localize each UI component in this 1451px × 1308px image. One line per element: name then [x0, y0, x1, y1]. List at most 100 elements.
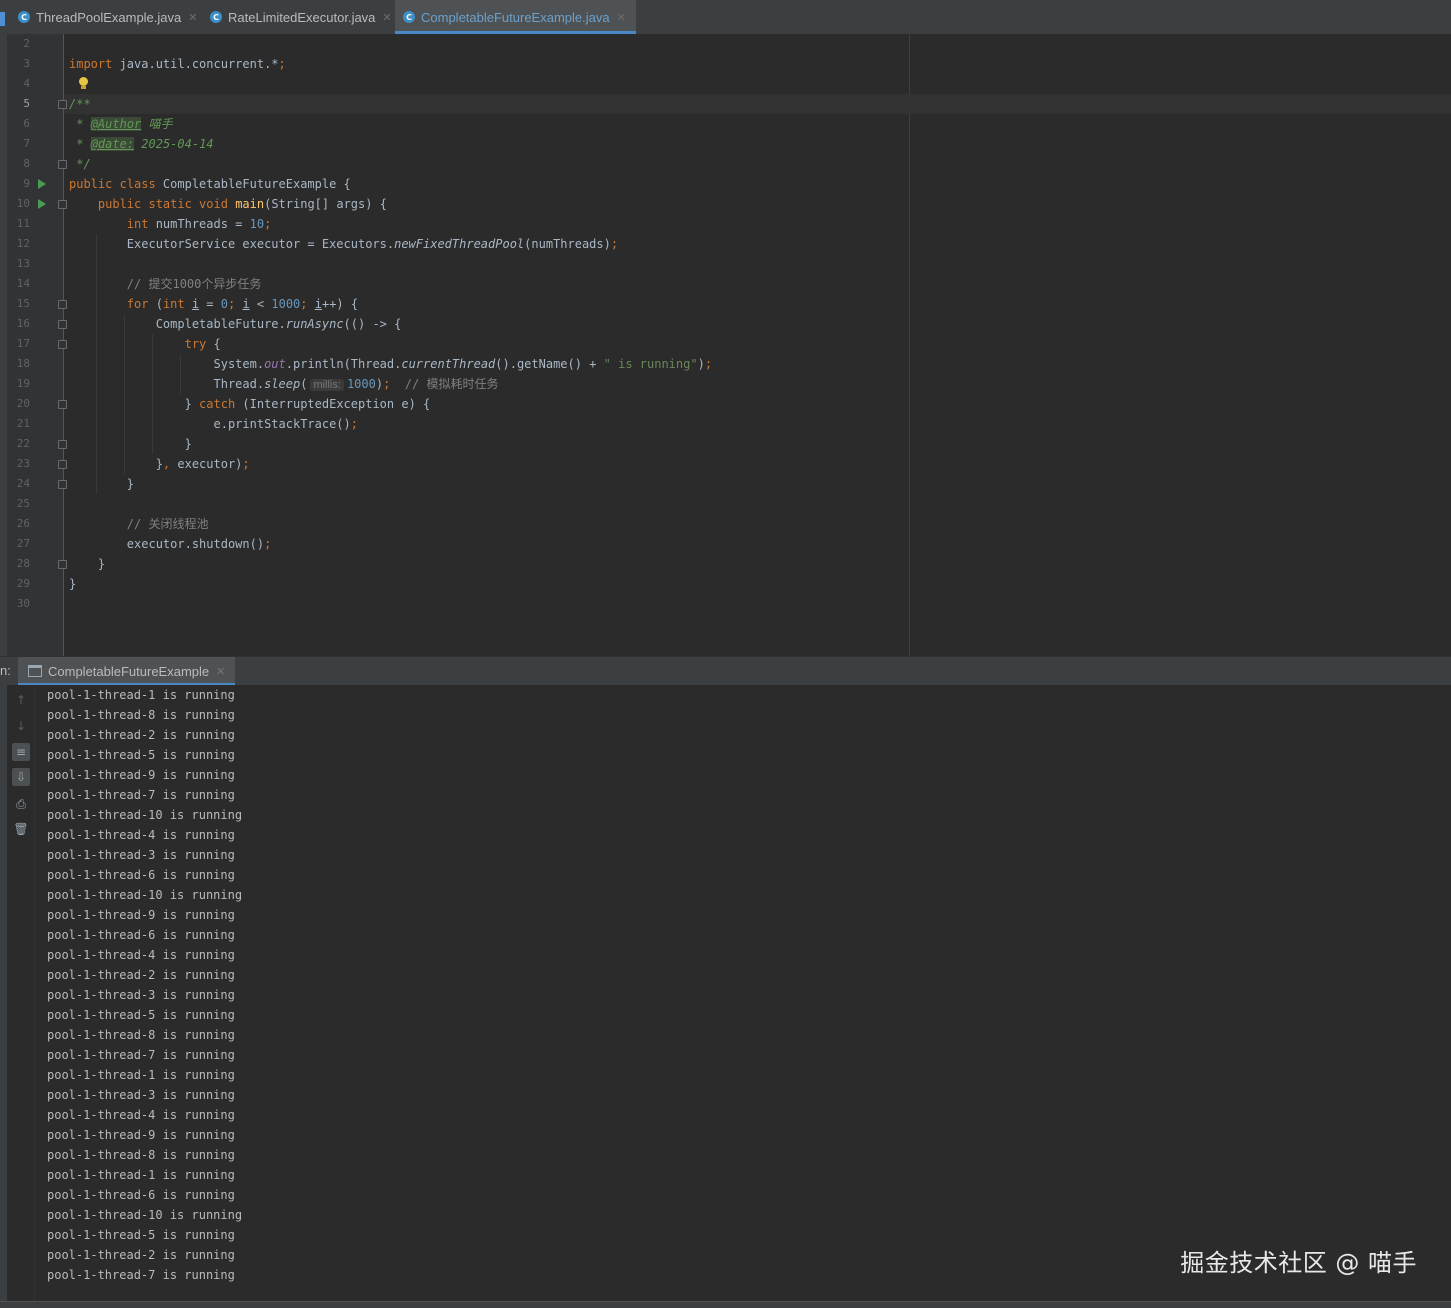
code-line[interactable]: 13: [0, 254, 1451, 274]
code-text: // 关闭线程池: [126, 517, 209, 531]
code-line[interactable]: 18 System.out.println(Thread.currentThre…: [0, 354, 1451, 374]
fold-icon[interactable]: [58, 460, 67, 469]
arrow-down-icon[interactable]: ↓: [12, 717, 30, 735]
code-text: } catch (InterruptedException e) {: [69, 397, 431, 411]
arrow-up-icon[interactable]: ↑: [12, 691, 30, 709]
code-line[interactable]: 28 }: [0, 554, 1451, 574]
code-text: }: [69, 437, 192, 451]
console-line: pool-1-thread-7 is running: [47, 1268, 235, 1282]
code-text: e.printStackTrace();: [69, 417, 358, 431]
console-line: pool-1-thread-2 is running: [47, 1248, 235, 1262]
code-line[interactable]: 4: [0, 74, 1451, 94]
close-icon[interactable]: ✕: [617, 11, 626, 24]
close-icon[interactable]: ✕: [188, 11, 197, 24]
code-line[interactable]: 8 */: [0, 154, 1451, 174]
code-line[interactable]: 17 try {: [0, 334, 1451, 354]
code-text: }, executor);: [69, 457, 250, 471]
code-text: import java.util.concurrent.*;: [69, 57, 286, 71]
code-line[interactable]: 15 for (int i = 0; i < 1000; i++) {: [0, 294, 1451, 314]
code-line[interactable]: 14 // 提交1000个异步任务: [0, 274, 1451, 294]
line-number: 15: [16, 297, 30, 310]
line-number: 25: [16, 497, 30, 510]
fold-icon[interactable]: [58, 340, 67, 349]
java-class-icon: C: [210, 11, 222, 23]
scroll-to-end-icon[interactable]: ⇩: [12, 768, 30, 786]
run-gutter-icon[interactable]: [38, 179, 46, 189]
code-line[interactable]: 2: [0, 34, 1451, 54]
tab-threadpoolexample[interactable]: C ThreadPoolExample.java ✕: [16, 0, 205, 34]
run-console[interactable]: ↑ ↓ ≡ ⇩ ⎙ 🗑 pool-1-thread-1 is running po…: [0, 685, 1451, 1301]
console-output: pool-1-thread-1 is running pool-1-thread-…: [47, 685, 242, 1285]
console-line: pool-1-thread-9 is running: [47, 1128, 235, 1142]
line-number: 7: [23, 137, 30, 150]
code-line[interactable]: 20 } catch (InterruptedException e) {: [0, 394, 1451, 414]
fold-icon[interactable]: [58, 560, 67, 569]
line-number: 14: [16, 277, 30, 290]
line-number: 24: [16, 477, 30, 490]
line-number: 22: [16, 437, 30, 450]
print-icon[interactable]: ⎙: [12, 795, 30, 813]
close-icon[interactable]: ✕: [382, 11, 391, 24]
console-line: pool-1-thread-6 is running: [47, 868, 235, 882]
code-line[interactable]: 5 /**: [0, 94, 1451, 114]
fold-icon[interactable]: [58, 320, 67, 329]
run-panel-prefix: n:: [0, 663, 11, 678]
console-line: pool-1-thread-7 is running: [47, 1048, 235, 1062]
code-line[interactable]: 26 // 关闭线程池: [0, 514, 1451, 534]
line-number: 20: [16, 397, 30, 410]
line-number: 13: [16, 257, 30, 270]
code-line[interactable]: 22 }: [0, 434, 1451, 454]
code-line[interactable]: 30: [0, 594, 1451, 614]
code-line[interactable]: 24 }: [0, 474, 1451, 494]
code-line[interactable]: 12 ExecutorService executor = Executors.…: [0, 234, 1451, 254]
code-line[interactable]: 7 * @date: 2025-04-14: [0, 134, 1451, 154]
fold-icon[interactable]: [58, 300, 67, 309]
fold-icon[interactable]: [58, 440, 67, 449]
code-line[interactable]: 19 Thread.sleep(millis: 1000); // 模拟耗时任务: [0, 374, 1451, 394]
code-line[interactable]: 9 public class CompletableFutureExample {: [0, 174, 1451, 194]
console-line: pool-1-thread-9 is running: [47, 768, 235, 782]
code-line[interactable]: 6 * @Author 喵手: [0, 114, 1451, 134]
left-tool-strip: [0, 685, 7, 1301]
console-toolbar: ↑ ↓ ≡ ⇩ ⎙ 🗑: [8, 685, 35, 1301]
code-text: * @date: 2025-04-14: [69, 137, 214, 151]
fold-icon[interactable]: [58, 400, 67, 409]
code-line[interactable]: 11 int numThreads = 10;: [0, 214, 1451, 234]
line-number: 27: [16, 537, 30, 550]
run-gutter-icon[interactable]: [38, 199, 46, 209]
line-number: 8: [23, 157, 30, 170]
code-editor[interactable]: 2 3 import java.util.concurrent.*; 4 5/** 6 *…: [0, 34, 1451, 656]
console-line: pool-1-thread-2 is running: [47, 968, 235, 982]
code-line[interactable]: 27 executor.shutdown();: [0, 534, 1451, 554]
code-text: * @Author 喵手: [69, 117, 173, 131]
console-line: pool-1-thread-6 is running: [47, 1188, 235, 1202]
code-line[interactable]: 16 CompletableFuture.runAsync(() -> {: [0, 314, 1451, 334]
code-line[interactable]: 10 public static void main(String[] args…: [0, 194, 1451, 214]
project-tool-stub[interactable]: [0, 12, 5, 26]
code-line[interactable]: 21 e.printStackTrace();: [0, 414, 1451, 434]
run-tab-completablefutureexample[interactable]: CompletableFutureExample ✕: [18, 657, 236, 685]
code-line[interactable]: 23 }, executor);: [0, 454, 1451, 474]
fold-icon[interactable]: [58, 200, 67, 209]
soft-wrap-icon[interactable]: ≡: [12, 743, 30, 761]
fold-icon[interactable]: [58, 160, 67, 169]
code-line[interactable]: 29}: [0, 574, 1451, 594]
close-icon[interactable]: ✕: [216, 665, 225, 678]
lightbulb-icon[interactable]: [79, 77, 88, 89]
tab-completablefutureexample[interactable]: C CompletableFutureExample.java ✕: [395, 0, 636, 34]
line-number: 28: [16, 557, 30, 570]
line-number: 6: [23, 117, 30, 130]
fold-icon[interactable]: [58, 480, 67, 489]
code-text: */: [69, 157, 91, 171]
trash-icon[interactable]: 🗑: [12, 820, 30, 838]
code-line[interactable]: 3 import java.util.concurrent.*;: [0, 54, 1451, 74]
fold-icon[interactable]: [58, 100, 67, 109]
console-line: pool-1-thread-4 is running: [47, 828, 235, 842]
code-text: int numThreads = 10;: [126, 217, 272, 231]
tab-ratelimitedexecutor[interactable]: C RateLimitedExecutor.java ✕: [208, 0, 400, 34]
tab-label: CompletableFutureExample.java: [421, 9, 610, 25]
code-text: executor.shutdown();: [69, 537, 272, 551]
code-line[interactable]: 25: [0, 494, 1451, 514]
code-text: for (int i = 0; i < 1000; i++) {: [126, 297, 359, 311]
console-line: pool-1-thread-10 is running: [47, 808, 243, 822]
